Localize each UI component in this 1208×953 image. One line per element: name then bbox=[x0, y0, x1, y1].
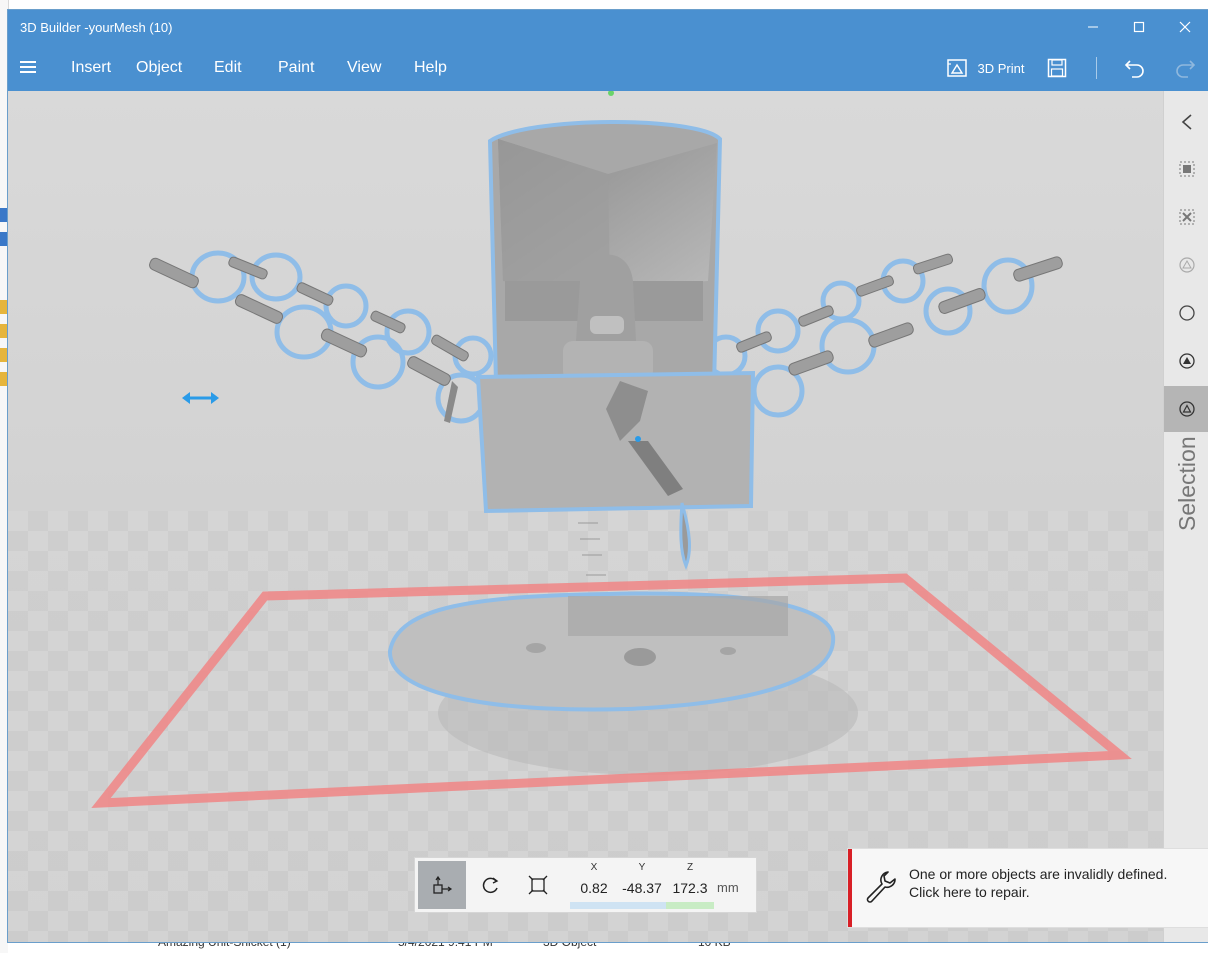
3d-print-button[interactable]: 3D Print bbox=[942, 52, 1028, 84]
hamburger-menu-icon[interactable] bbox=[20, 58, 40, 78]
z-indicator-bar bbox=[666, 902, 714, 909]
menu-object[interactable]: Object bbox=[136, 59, 182, 77]
scene-canvas bbox=[8, 91, 1163, 942]
notification-accent-bar bbox=[848, 849, 852, 927]
y-axis-label: Y bbox=[638, 862, 646, 873]
units-label: mm bbox=[717, 880, 739, 895]
move-tool-button[interactable] bbox=[418, 861, 466, 909]
z-axis-label: Z bbox=[686, 862, 694, 873]
z-coordinate[interactable]: Z 172.3 bbox=[666, 862, 714, 896]
pivot-point bbox=[635, 436, 641, 442]
select-objects-icon bbox=[1179, 161, 1194, 177]
select-triangles-icon bbox=[1178, 401, 1195, 417]
scale-icon bbox=[528, 875, 548, 895]
select-vertices-button[interactable] bbox=[1164, 338, 1208, 384]
rotate-tool-button[interactable] bbox=[466, 861, 514, 909]
notification-line-2[interactable]: Click here to repair. bbox=[909, 883, 1167, 901]
menu-paint[interactable]: Paint bbox=[278, 59, 314, 77]
minimize-icon bbox=[1088, 26, 1098, 28]
3d-print-label: 3D Print bbox=[977, 60, 1025, 76]
undo-icon bbox=[1124, 60, 1144, 78]
minimize-button[interactable] bbox=[1070, 10, 1116, 44]
3d-viewport[interactable] bbox=[8, 91, 1163, 942]
select-faces-button[interactable] bbox=[1164, 242, 1208, 288]
x-value[interactable]: 0.82 bbox=[570, 880, 618, 896]
toolbar-separator bbox=[1096, 57, 1097, 79]
base-crater bbox=[526, 643, 546, 653]
title-bar: 3D Builder -yourMesh (10) bbox=[8, 10, 1208, 44]
menu-help[interactable]: Help bbox=[414, 59, 447, 77]
undo-button[interactable] bbox=[1120, 52, 1150, 84]
close-icon bbox=[1179, 21, 1191, 33]
maximize-icon bbox=[1133, 21, 1145, 33]
select-objects-button[interactable] bbox=[1164, 146, 1208, 192]
transform-toolbar: X 0.82 Y -48.37 Z 172.3 mm bbox=[415, 858, 756, 912]
printer-icon bbox=[946, 59, 967, 77]
select-triangles-button[interactable] bbox=[1164, 386, 1208, 432]
figure-mask bbox=[590, 316, 624, 334]
menu-view[interactable]: View bbox=[347, 59, 381, 77]
app-window: 3D Builder -yourMesh (10) Insert Object … bbox=[8, 10, 1208, 942]
base-crater bbox=[624, 648, 656, 666]
select-vertices-icon bbox=[1178, 353, 1195, 369]
rotate-icon bbox=[482, 877, 499, 894]
deselect-objects-icon bbox=[1179, 209, 1194, 225]
back-chevron-icon bbox=[1181, 114, 1192, 130]
repair-notification[interactable]: One or more objects are invalidly define… bbox=[848, 849, 1208, 927]
menu-bar: Insert Object Edit Paint View Help 3D Pr… bbox=[8, 44, 1208, 91]
redo-button[interactable] bbox=[1170, 52, 1200, 84]
deselect-objects-button[interactable] bbox=[1164, 194, 1208, 240]
notification-message: One or more objects are invalidly define… bbox=[909, 865, 1167, 901]
menu-edit[interactable]: Edit bbox=[214, 59, 242, 77]
menu-insert[interactable]: Insert bbox=[71, 59, 111, 77]
notification-line-1: One or more objects are invalidly define… bbox=[909, 866, 1168, 882]
selection-panel: Selection bbox=[1163, 91, 1208, 942]
select-faces-icon bbox=[1178, 257, 1195, 273]
wrench-icon bbox=[866, 871, 896, 903]
collapse-panel-button[interactable] bbox=[1164, 99, 1208, 145]
redo-icon bbox=[1176, 60, 1196, 78]
close-button[interactable] bbox=[1162, 10, 1208, 44]
xy-indicator-bar bbox=[570, 902, 666, 909]
maximize-button[interactable] bbox=[1116, 10, 1162, 44]
base-shadow-band bbox=[568, 596, 788, 636]
base-crater bbox=[720, 647, 736, 655]
y-coordinate[interactable]: Y -48.37 bbox=[618, 862, 666, 896]
save-button[interactable] bbox=[1042, 52, 1072, 84]
y-value[interactable]: -48.37 bbox=[618, 880, 666, 896]
scale-tool-button[interactable] bbox=[514, 861, 562, 909]
move-icon bbox=[433, 875, 453, 894]
x-axis-label: X bbox=[590, 862, 598, 873]
lasso-select-button[interactable] bbox=[1164, 290, 1208, 336]
selection-panel-label: Selection bbox=[1174, 436, 1200, 531]
lasso-icon bbox=[1178, 305, 1195, 321]
save-icon bbox=[1047, 58, 1067, 78]
window-title: 3D Builder -yourMesh (10) bbox=[20, 20, 173, 35]
z-value[interactable]: 172.3 bbox=[666, 880, 714, 896]
x-coordinate[interactable]: X 0.82 bbox=[570, 862, 618, 896]
